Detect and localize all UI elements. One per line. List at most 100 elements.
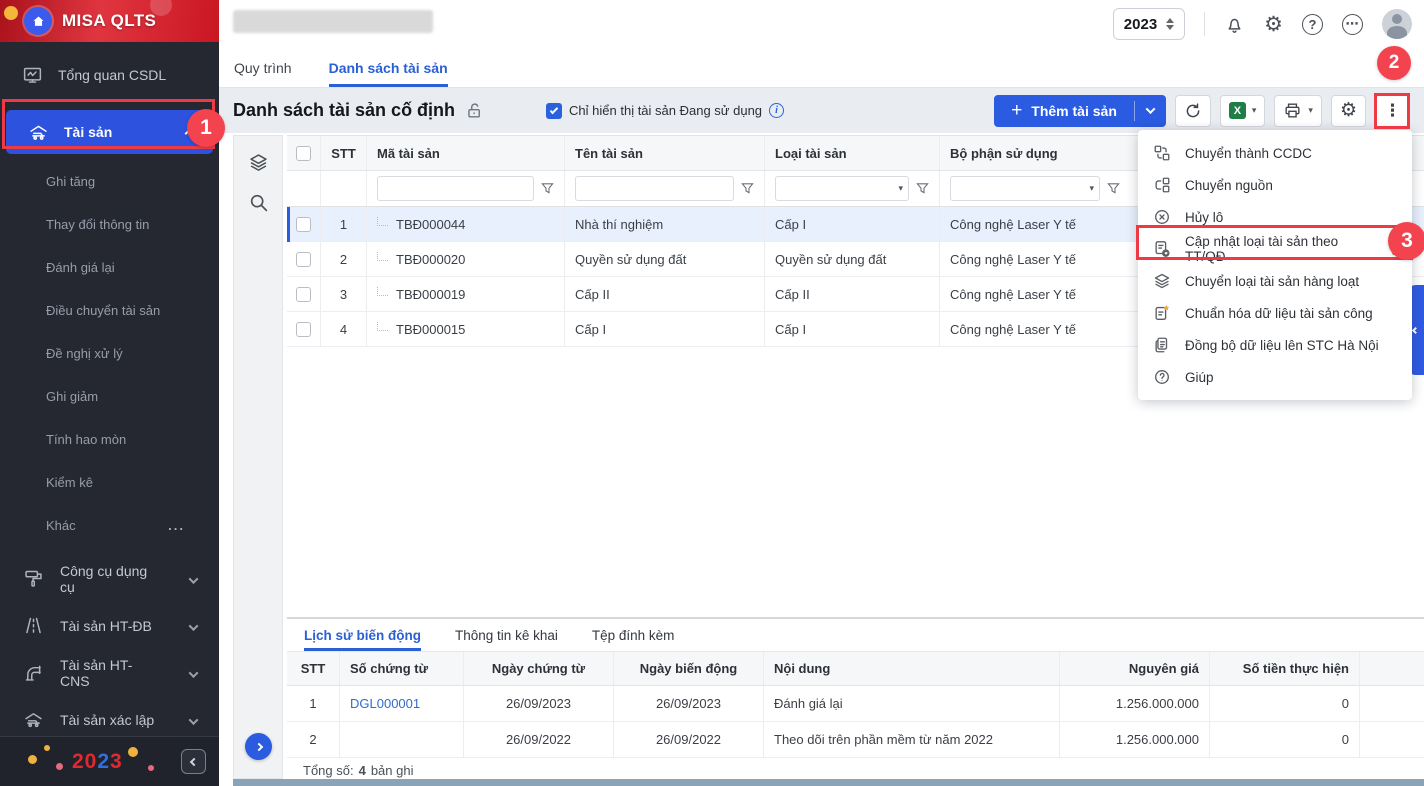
menu-item-label: Chuẩn hóa dữ liệu tài sản công: [1185, 306, 1373, 321]
tree-expander[interactable]: [377, 252, 388, 261]
menu-item-chuyen-nguon[interactable]: Chuyển nguồn: [1138, 169, 1412, 201]
next-page-button[interactable]: [245, 733, 272, 760]
menu-item-dong-bo-stc[interactable]: Đồng bộ dữ liệu lên STC Hà Nội: [1138, 329, 1412, 361]
chevron-down-icon: [190, 712, 197, 728]
unlock-icon[interactable]: [465, 101, 484, 120]
checkbox-checked[interactable]: [546, 103, 562, 119]
tab-quy-trinh[interactable]: Quy trình: [234, 48, 292, 87]
chevron-down-icon: ▾: [1308, 105, 1313, 116]
detail-tab-ke-khai[interactable]: Thông tin kê khai: [455, 619, 558, 651]
sidebar-subitem-kiem-ke[interactable]: Kiểm kê: [0, 461, 219, 504]
menu-item-chuyen-loai-hang-loat[interactable]: Chuyển loại tài sản hàng loạt: [1138, 265, 1412, 297]
document-link[interactable]: DGL000001: [350, 696, 420, 711]
sidebar-subitem-tinh-hao-mon[interactable]: Tính hao mòn: [0, 418, 219, 461]
group-layers-icon[interactable]: [234, 142, 282, 182]
sidebar-collapse-button[interactable]: [181, 749, 206, 774]
menu-item-giup[interactable]: Giúp: [1138, 361, 1412, 393]
road-icon: [23, 615, 45, 636]
year-stepper[interactable]: [1166, 18, 1174, 30]
asset-submenu: Ghi tăng Thay đổi thông tin Đánh giá lại…: [0, 154, 219, 555]
cell-type: Cấp I: [765, 312, 940, 346]
detail-tab-dinh-kem[interactable]: Tệp đính kèm: [592, 619, 675, 651]
record-count-status: Tổng số: 4 bản ghi: [303, 763, 413, 778]
house-car-icon: [23, 709, 45, 730]
row-checkbox[interactable]: [296, 287, 311, 302]
row-checkbox[interactable]: [296, 217, 311, 232]
filter-in-use-checkbox[interactable]: Chỉ hiển thị tài sản Đang sử dụng i: [546, 103, 784, 119]
settings-gear-icon[interactable]: ⚙: [1264, 14, 1283, 35]
cell-name: Nhà thí nghiệm: [565, 207, 765, 241]
sidebar-subitem-ghi-giam[interactable]: Ghi giảm: [0, 375, 219, 418]
detail-tab-lich-su[interactable]: Lịch sử biến động: [304, 619, 421, 651]
detail-row[interactable]: 1 DGL000001 26/09/2023 26/09/2023 Đánh g…: [287, 686, 1424, 722]
sidebar-item-overview[interactable]: Tổng quan CSDL: [0, 53, 219, 97]
filter-input-code[interactable]: [377, 176, 534, 201]
sidebar-item-tai-san-ht-cns[interactable]: Tài sản HT-CNS: [0, 649, 219, 696]
sidebar-subitem-thay-doi-thong-tin[interactable]: Thay đổi thông tin: [0, 203, 219, 246]
filter-funnel-icon[interactable]: [541, 182, 554, 195]
cell-doc-date: 26/09/2022: [464, 722, 614, 757]
decoration-coin: [28, 755, 37, 764]
status-count: 4: [359, 763, 366, 778]
menu-item-cap-nhat-loai-tai-san[interactable]: Cập nhật loại tài sản theo TT/QĐ: [1138, 233, 1412, 265]
subitem-label: Đề nghị xử lý: [46, 346, 123, 361]
detail-row[interactable]: 2 26/09/2022 26/09/2022 Theo dõi trên ph…: [287, 722, 1424, 758]
search-icon[interactable]: [234, 182, 282, 222]
tab-danh-sach-tai-san[interactable]: Danh sách tài sản: [329, 48, 448, 87]
col-header-type[interactable]: Loại tài sản: [765, 136, 940, 170]
tree-expander[interactable]: [377, 287, 388, 296]
row-checkbox[interactable]: [296, 252, 311, 267]
subitem-label: Kiểm kê: [46, 475, 93, 490]
refresh-button[interactable]: [1175, 95, 1211, 127]
cell-stt: 1: [321, 207, 367, 241]
filter-input-name[interactable]: [575, 176, 734, 201]
info-icon[interactable]: i: [769, 103, 784, 118]
user-avatar[interactable]: [1382, 9, 1412, 39]
tree-expander[interactable]: [377, 322, 388, 331]
menu-item-chuyen-thanh-ccdc[interactable]: Chuyển thành CCDC: [1138, 137, 1412, 169]
sidebar-item-assets[interactable]: Tài sản: [6, 110, 213, 154]
row-checkbox[interactable]: [296, 322, 311, 337]
sidebar-subitem-ghi-tang[interactable]: Ghi tăng: [0, 160, 219, 203]
tools-roller-icon: [23, 568, 45, 589]
sidebar-item-label: Tài sản xác lập: [60, 712, 154, 728]
col-header-name[interactable]: Tên tài sản: [565, 136, 765, 170]
add-asset-dropdown[interactable]: [1135, 95, 1166, 127]
col-header-code[interactable]: Mã tài sản: [367, 136, 565, 170]
tree-expander[interactable]: [377, 217, 388, 226]
sidebar-item-label: Tổng quan CSDL: [58, 67, 166, 83]
print-button[interactable]: ▾: [1274, 95, 1322, 127]
dashboard-icon: [22, 65, 44, 86]
menu-item-huy-lo[interactable]: Hủy lô: [1138, 201, 1412, 233]
excel-icon: X: [1229, 102, 1246, 119]
export-excel-button[interactable]: X ▾: [1220, 95, 1266, 127]
filter-select-dept[interactable]: ▾: [950, 176, 1100, 201]
help-icon[interactable]: ?: [1302, 14, 1323, 35]
menu-item-chuan-hoa-du-lieu[interactable]: Chuẩn hóa dữ liệu tài sản công: [1138, 297, 1412, 329]
cell-amount: 0: [1210, 686, 1360, 721]
sidebar-item-cong-cu-dung-cu[interactable]: Công cụ dụng cụ: [0, 555, 219, 602]
cell-name: Quyền sử dụng đất: [565, 242, 765, 276]
menu-item-label: Hủy lô: [1185, 210, 1223, 225]
more-actions-button[interactable]: ⋮: [1375, 95, 1410, 127]
grid-settings-button[interactable]: ⚙: [1331, 95, 1366, 127]
col-header-stt[interactable]: STT: [321, 136, 367, 170]
sidebar-item-tai-san-ht-db[interactable]: Tài sản HT-ĐB: [0, 602, 219, 649]
footer-year: 2023: [72, 750, 123, 774]
cell-cost: 1.256.000.000: [1060, 722, 1210, 757]
more-options-icon[interactable]: ⋯: [1342, 14, 1363, 35]
fiscal-year-selector[interactable]: 2023: [1113, 8, 1185, 40]
checkbox-label: Chỉ hiển thị tài sản Đang sử dụng: [569, 103, 762, 118]
select-all-checkbox[interactable]: [296, 146, 311, 161]
sidebar-subitem-danh-gia-lai[interactable]: Đánh giá lại: [0, 246, 219, 289]
filter-select-type[interactable]: ▾: [775, 176, 909, 201]
sidebar-subitem-de-nghi-xu-ly[interactable]: Đề nghị xử lý: [0, 332, 219, 375]
filter-funnel-icon[interactable]: [741, 182, 754, 195]
sidebar-subitem-dieu-chuyen-tai-san[interactable]: Điều chuyển tài sản: [0, 289, 219, 332]
chevron-down-icon: [190, 665, 197, 681]
filter-funnel-icon[interactable]: [916, 182, 929, 195]
sidebar-subitem-khac[interactable]: Khác ...: [0, 504, 219, 547]
add-asset-button[interactable]: +Thêm tài sản: [994, 95, 1166, 127]
notifications-bell-icon[interactable]: [1224, 14, 1245, 35]
filter-funnel-icon[interactable]: [1107, 182, 1120, 195]
